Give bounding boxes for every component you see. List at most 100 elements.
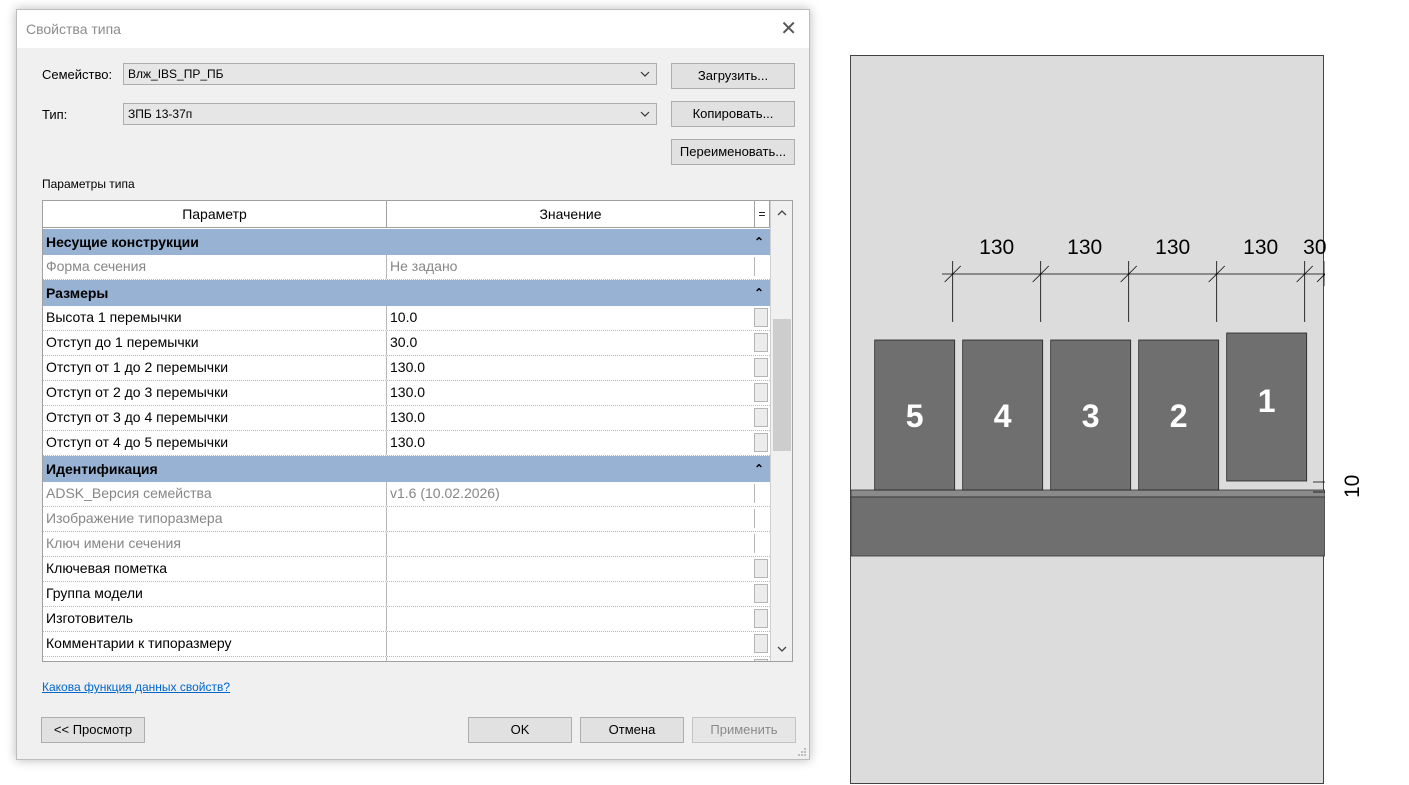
parameter-row[interactable]: Комментарии к типоразмеру — [43, 632, 770, 657]
type-properties-dialog: Свойства типа ✕ Семейство: Влж_IBS_ПР_ПБ… — [16, 9, 810, 760]
parameter-value[interactable]: 130.0 — [390, 434, 425, 450]
copy-button[interactable]: Копировать... — [671, 101, 795, 127]
parameter-row[interactable]: Отступ до 1 перемычки 30.0 — [43, 331, 770, 356]
lintel-5 — [874, 339, 956, 491]
parameter-value[interactable]: 130.0 — [390, 359, 425, 375]
beam-top-strip — [851, 489, 1325, 498]
family-value: Влж_IBS_ПР_ПБ — [128, 67, 224, 81]
column-divider — [386, 507, 387, 531]
formula-button[interactable] — [754, 584, 768, 603]
column-divider — [386, 431, 387, 455]
preview-button[interactable]: << Просмотр — [41, 717, 145, 743]
type-parameters-label: Параметры типа — [42, 177, 135, 191]
column-divider — [386, 356, 387, 380]
group-title: Размеры — [46, 285, 109, 301]
column-header-parameter[interactable]: Параметр — [43, 201, 387, 228]
parameter-value[interactable]: 10.0 — [390, 309, 417, 325]
parameter-value[interactable]: 30.0 — [390, 334, 417, 350]
formula-button[interactable] — [754, 634, 768, 653]
group-title: Идентификация — [46, 461, 158, 477]
group-header[interactable]: Идентификация ⌃ — [43, 456, 770, 482]
collapse-icon[interactable]: ⌃ — [754, 280, 764, 306]
beam-body — [851, 496, 1325, 557]
parameter-row[interactable]: Отступ от 2 до 3 перемычки 130.0 — [43, 381, 770, 406]
parameter-row[interactable]: Группа модели — [43, 582, 770, 607]
column-divider — [386, 482, 387, 506]
formula-cell — [754, 509, 769, 528]
load-button[interactable]: Загрузить... — [671, 63, 795, 89]
parameter-value[interactable]: 130.0 — [390, 384, 425, 400]
column-divider — [386, 306, 387, 330]
formula-button[interactable] — [754, 333, 768, 352]
resize-grip-icon[interactable] — [797, 747, 807, 757]
formula-button[interactable] — [754, 383, 768, 402]
formula-button[interactable] — [754, 408, 768, 427]
column-header-value[interactable]: Значение — [387, 201, 755, 228]
parameter-row[interactable]: URL — [43, 657, 770, 661]
formula-cell — [754, 534, 769, 553]
family-preview-drawing: 5 4 3 2 1 130 130 130 130 30 10 — [850, 55, 1364, 784]
formula-button[interactable] — [754, 308, 768, 327]
parameter-row[interactable]: Отступ от 3 до 4 перемычки 130.0 — [43, 406, 770, 431]
parameter-row[interactable]: Изображение типоразмера — [43, 507, 770, 532]
formula-button[interactable] — [754, 358, 768, 377]
parameter-name: Отступ от 2 до 3 перемычки — [46, 384, 229, 400]
cancel-button[interactable]: Отмена — [580, 717, 684, 743]
parameter-row[interactable]: Ключ имени сечения — [43, 532, 770, 557]
table-scrollbar[interactable] — [770, 201, 792, 661]
title-bar: Свойства типа ✕ — [17, 10, 809, 48]
family-dropdown[interactable]: Влж_IBS_ПР_ПБ — [123, 63, 657, 85]
parameter-name: Группа модели — [46, 585, 143, 601]
table-header: Параметр Значение = — [43, 201, 773, 228]
parameter-name: Отступ от 3 до 4 перемычки — [46, 409, 229, 425]
rename-button[interactable]: Переименовать... — [671, 139, 795, 165]
scrollbar-thumb[interactable] — [773, 319, 791, 451]
formula-button[interactable] — [754, 433, 768, 452]
apply-button[interactable]: Применить — [692, 717, 796, 743]
collapse-icon[interactable]: ⌃ — [754, 456, 764, 482]
parameter-name: Ключевая пометка — [46, 560, 168, 576]
parameter-row[interactable]: Отступ от 1 до 2 перемычки 130.0 — [43, 356, 770, 381]
parameter-name: Комментарии к типоразмеру — [46, 635, 232, 651]
parameter-name: Форма сечения — [46, 258, 147, 274]
type-value: ЗПБ 13-37п — [128, 107, 193, 121]
group-header[interactable]: Несущие конструкции ⌃ — [43, 229, 770, 255]
column-header-formula[interactable]: = — [755, 201, 770, 228]
drawing-canvas — [851, 261, 1325, 557]
formula-cell — [754, 257, 769, 276]
parameter-row[interactable]: Высота 1 перемычки 10.0 — [43, 306, 770, 331]
group-title: Несущие конструкции — [46, 234, 199, 250]
parameter-name: Отступ от 4 до 5 перемычки — [46, 434, 229, 450]
lintel-1 — [1226, 332, 1308, 482]
group-header[interactable]: Размеры ⌃ — [43, 280, 770, 306]
formula-button[interactable] — [754, 609, 768, 628]
help-link[interactable]: Какова функция данных свойств? — [42, 680, 230, 694]
scroll-down-icon[interactable] — [776, 643, 788, 655]
formula-button[interactable] — [754, 559, 768, 578]
type-dropdown[interactable]: ЗПБ 13-37п — [123, 103, 657, 125]
parameter-row[interactable]: Форма сечения Не задано — [43, 255, 770, 280]
parameter-row[interactable]: ADSK_Версия семейства v1.6 (10.02.2026) — [43, 482, 770, 507]
parameter-value[interactable]: 130.0 — [390, 409, 425, 425]
ok-button[interactable]: OK — [468, 717, 572, 743]
parameter-name: ADSK_Версия семейства — [46, 485, 212, 501]
collapse-icon[interactable]: ⌃ — [754, 229, 764, 255]
parameter-value: Не задано — [390, 258, 458, 274]
formula-button[interactable] — [754, 659, 768, 661]
parameter-name: Изображение типоразмера — [46, 510, 223, 526]
parameter-name: Отступ от 1 до 2 перемычки — [46, 359, 229, 375]
parameter-row[interactable]: Отступ от 4 до 5 перемычки 130.0 — [43, 431, 770, 456]
parameter-name: URL — [46, 660, 74, 661]
column-divider — [386, 557, 387, 581]
parameter-row[interactable]: Ключевая пометка — [43, 557, 770, 582]
column-divider — [386, 632, 387, 656]
parameter-row[interactable]: Изготовитель — [43, 607, 770, 632]
scroll-up-icon[interactable] — [776, 207, 788, 219]
dialog-title: Свойства типа — [26, 21, 121, 37]
column-divider — [386, 607, 387, 631]
lintel-3 — [1050, 339, 1132, 491]
close-icon[interactable]: ✕ — [780, 16, 797, 42]
column-divider — [386, 331, 387, 355]
parameter-name: Высота 1 перемычки — [46, 309, 182, 325]
height-dimension-label: 10 — [1341, 474, 1364, 498]
